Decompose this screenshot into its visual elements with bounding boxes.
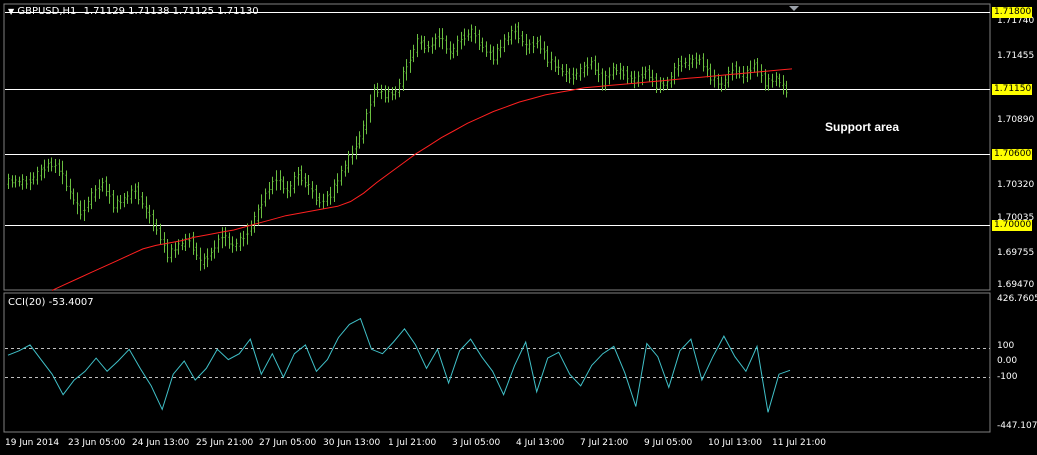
price-axis-label: 1.71740 (997, 16, 1035, 26)
date-axis-label: 30 Jun 13:00 (323, 438, 381, 448)
symbol-header: ▼ GBPUSD,H1 1.71129 1.71138 1.71125 1.71… (8, 6, 259, 17)
date-axis-label: 3 Jul 05:00 (452, 438, 501, 448)
price-axis-label: 1.69755 (997, 248, 1035, 258)
cci-axis-label: -100 (997, 372, 1018, 382)
date-axis-label: 25 Jun 21:00 (196, 438, 254, 448)
cci-series (7, 317, 791, 413)
level-price-box: 1.71150 (992, 83, 1032, 95)
chart-canvas[interactable] (0, 0, 1037, 455)
chart-shift-marker[interactable] (789, 6, 799, 11)
date-axis-label: 24 Jun 13:00 (132, 438, 190, 448)
level-price-box: 1.71800 (992, 6, 1032, 18)
date-axis-label: 10 Jul 13:00 (708, 438, 762, 448)
cci-grid (5, 348, 990, 378)
date-axis-label: 7 Jul 21:00 (580, 438, 629, 448)
cci-axis-label: 0.00 (997, 356, 1018, 366)
date-axis-label: 4 Jul 13:00 (516, 438, 565, 448)
ohlc-values: 1.71129 1.71138 1.71125 1.71130 (83, 6, 259, 17)
date-axis-label: 11 Jul 21:00 (772, 438, 826, 448)
price-axis-label: 1.70890 (997, 115, 1035, 125)
support-area-annotation: Support area (825, 120, 900, 134)
date-axis-label: 23 Jun 05:00 (68, 438, 126, 448)
cci-axis-label: 100 (997, 341, 1015, 351)
price-candles (7, 22, 788, 271)
cci-axis-label: 426.7605 (997, 294, 1037, 304)
moving-average-line (51, 68, 793, 291)
cci-line (7, 317, 791, 413)
moving-average (51, 68, 793, 291)
date-axis-label: 9 Jul 05:00 (644, 438, 693, 448)
level-price-box: 1.70600 (992, 148, 1032, 160)
dropdown-arrow-icon[interactable]: ▼ (8, 7, 14, 16)
price-axis-label: 1.69470 (997, 280, 1035, 290)
date-axis-label: 27 Jun 05:00 (259, 438, 317, 448)
indicator-panel-frame (3, 292, 991, 433)
date-axis-label: 19 Jun 2014 (5, 438, 60, 448)
date-axis-label: 1 Jul 21:00 (388, 438, 437, 448)
price-axis-label: 1.70320 (997, 180, 1035, 190)
level-price-box: 1.70000 (992, 219, 1032, 231)
price-axis-label: 1.71455 (997, 51, 1035, 61)
cci-label: CCI(20) -53.4007 (8, 297, 94, 308)
symbol-label: GBPUSD,H1 (17, 6, 77, 17)
cci-axis-label: -447.1073 (997, 421, 1037, 431)
